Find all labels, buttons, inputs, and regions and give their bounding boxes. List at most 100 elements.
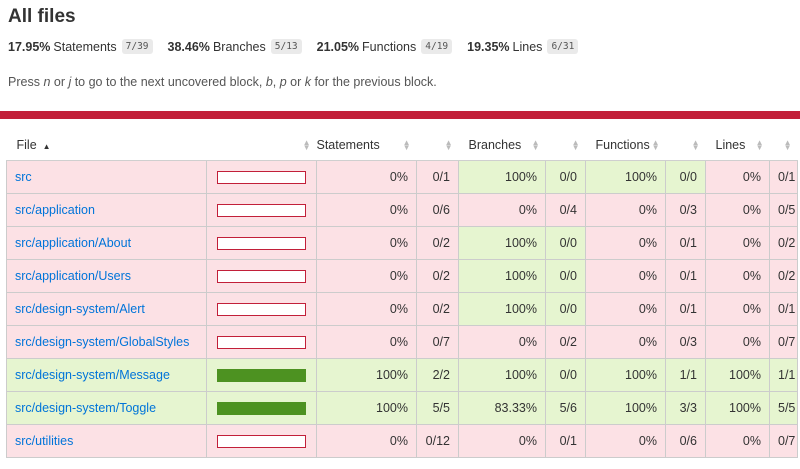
sort-icon: ▲ ▼ [302, 138, 311, 152]
statements-pct: 100% [316, 391, 417, 425]
file-cell: src/design-system/Message [6, 358, 207, 392]
coverage-summary: 17.95% Statements 7/39 38.46% Branches 5… [8, 39, 593, 54]
file-link[interactable]: src/design-system/Alert [15, 302, 145, 316]
statements-fraction: 0/2 [416, 292, 459, 326]
hint-key: b [265, 75, 273, 89]
branches-pct: 100% [458, 292, 546, 326]
column-header-functions-raw[interactable]: ▲ ▼ [665, 130, 706, 161]
summary-fraction: 6/31 [547, 39, 579, 54]
file-cell: src/design-system/Alert [6, 292, 207, 326]
column-header-bar[interactable]: ▲ ▼ [206, 130, 317, 161]
column-header-statements-raw[interactable]: ▲ ▼ [416, 130, 459, 161]
lines-pct: 0% [705, 259, 770, 293]
functions-pct: 0% [585, 292, 666, 326]
file-link[interactable]: src/utilities [15, 434, 73, 448]
branches-pct: 100% [458, 160, 546, 194]
statements-pct: 0% [316, 226, 417, 260]
file-cell: src/design-system/Toggle [6, 391, 207, 425]
column-label: File [16, 138, 37, 152]
keyboard-hint: Press n or j to go to the next uncovered… [8, 75, 437, 89]
column-header-branches[interactable]: Branches ▲ ▼ [458, 130, 546, 161]
coverage-bar-cell [206, 160, 317, 194]
branches-fraction: 0/2 [545, 325, 586, 359]
column-header-statements[interactable]: Statements ▲ ▼ [316, 130, 417, 161]
statements-fraction: 2/2 [416, 358, 459, 392]
coverage-bar [217, 203, 306, 217]
summary-pct: 17.95% [8, 39, 51, 54]
branches-fraction: 0/0 [545, 160, 586, 194]
summary-label: Branches [212, 39, 266, 54]
lines-fraction: 0/7 [769, 424, 798, 458]
functions-fraction: 0/1 [665, 292, 706, 326]
column-header-lines-raw[interactable]: ▲ ▼ [769, 130, 798, 161]
functions-pct: 100% [585, 160, 666, 194]
file-link[interactable]: src [15, 170, 32, 184]
coverage-bar [217, 434, 306, 448]
hint-text: to go to the next uncovered block, [71, 75, 266, 89]
functions-pct: 100% [585, 358, 666, 392]
branches-fraction: 0/0 [545, 292, 586, 326]
statements-fraction: 0/12 [416, 424, 459, 458]
column-header-branches-raw[interactable]: ▲ ▼ [545, 130, 586, 161]
branches-pct: 100% [458, 259, 546, 293]
file-link[interactable]: src/design-system/GlobalStyles [15, 335, 189, 349]
sort-icon: ▲ ▼ [691, 138, 700, 152]
lines-pct: 100% [705, 358, 770, 392]
file-cell: src/application/About [6, 226, 207, 260]
summary-label: Functions [362, 39, 417, 54]
functions-pct: 0% [585, 193, 666, 227]
coverage-bar-cell [206, 226, 317, 260]
table-row: src/application/About 0% 0/2 100% 0/0 0% 0/1 0%… [6, 226, 798, 260]
branches-pct: 100% [458, 226, 546, 260]
column-label: Lines [715, 138, 746, 152]
file-link[interactable]: src/application/Users [15, 269, 131, 283]
column-header-functions[interactable]: Functions ▲ ▼ [585, 130, 666, 161]
functions-fraction: 0/0 [665, 160, 706, 194]
statements-fraction: 0/6 [416, 193, 459, 227]
table-row: src/design-system/GlobalStyles 0% 0/7 0% 0/2… [6, 325, 798, 359]
file-link[interactable]: src/application/About [15, 236, 131, 250]
functions-fraction: 0/6 [665, 424, 706, 458]
lines-fraction: 5/5 [769, 391, 798, 425]
coverage-bar-cell [206, 259, 317, 293]
coverage-bar-cell [206, 391, 317, 425]
column-header-file[interactable]: File ▲ [6, 130, 207, 161]
hint-text: Press [8, 75, 44, 89]
table-row: src/utilities 0% 0/12 0% 0/1 0% 0/6 0% 0/7 [6, 424, 798, 458]
coverage-bar-cell [206, 325, 317, 359]
functions-fraction: 0/1 [665, 259, 706, 293]
statements-fraction: 0/7 [416, 325, 459, 359]
coverage-bar-cell [206, 193, 317, 227]
file-link[interactable]: src/design-system/Toggle [15, 401, 156, 415]
table-row: src/application 0% 0/6 0% 0/4 0% 0/3 0% 0/5 [6, 193, 798, 227]
summary-statements: 17.95% Statements 7/39 [8, 39, 153, 54]
lines-pct: 0% [705, 424, 770, 458]
branches-fraction: 0/0 [545, 358, 586, 392]
coverage-bar [217, 401, 306, 415]
coverage-bar [217, 236, 306, 250]
column-label: Functions [595, 138, 650, 152]
sort-icon: ▲ ▼ [571, 138, 580, 152]
sort-icon: ▲ ▼ [531, 138, 540, 152]
table-header-row: File ▲ ▲ ▼ Statements ▲ ▼ ▲ ▼ Branches ▲ ▼ ▲ ▼ F… [6, 130, 798, 161]
statements-fraction: 0/2 [416, 259, 459, 293]
coverage-bar [217, 368, 306, 382]
summary-label: Lines [512, 39, 543, 54]
sort-icon: ▲ ▼ [783, 138, 792, 152]
coverage-table: File ▲ ▲ ▼ Statements ▲ ▼ ▲ ▼ Branches ▲ ▼ ▲ ▼ F… [6, 130, 798, 458]
file-link[interactable]: src/design-system/Message [15, 368, 170, 382]
functions-fraction: 3/3 [665, 391, 706, 425]
functions-fraction: 0/3 [665, 325, 706, 359]
statements-fraction: 5/5 [416, 391, 459, 425]
column-header-lines[interactable]: Lines ▲ ▼ [705, 130, 770, 161]
branches-pct: 100% [458, 358, 546, 392]
branches-pct: 0% [458, 424, 546, 458]
branches-pct: 0% [458, 193, 546, 227]
functions-fraction: 0/1 [665, 226, 706, 260]
summary-functions: 21.05% Functions 4/19 [317, 39, 453, 54]
file-link[interactable]: src/application [15, 203, 95, 217]
lines-fraction: 1/1 [769, 358, 798, 392]
branches-pct: 0% [458, 325, 546, 359]
lines-fraction: 0/2 [769, 259, 798, 293]
file-cell: src/application [6, 193, 207, 227]
